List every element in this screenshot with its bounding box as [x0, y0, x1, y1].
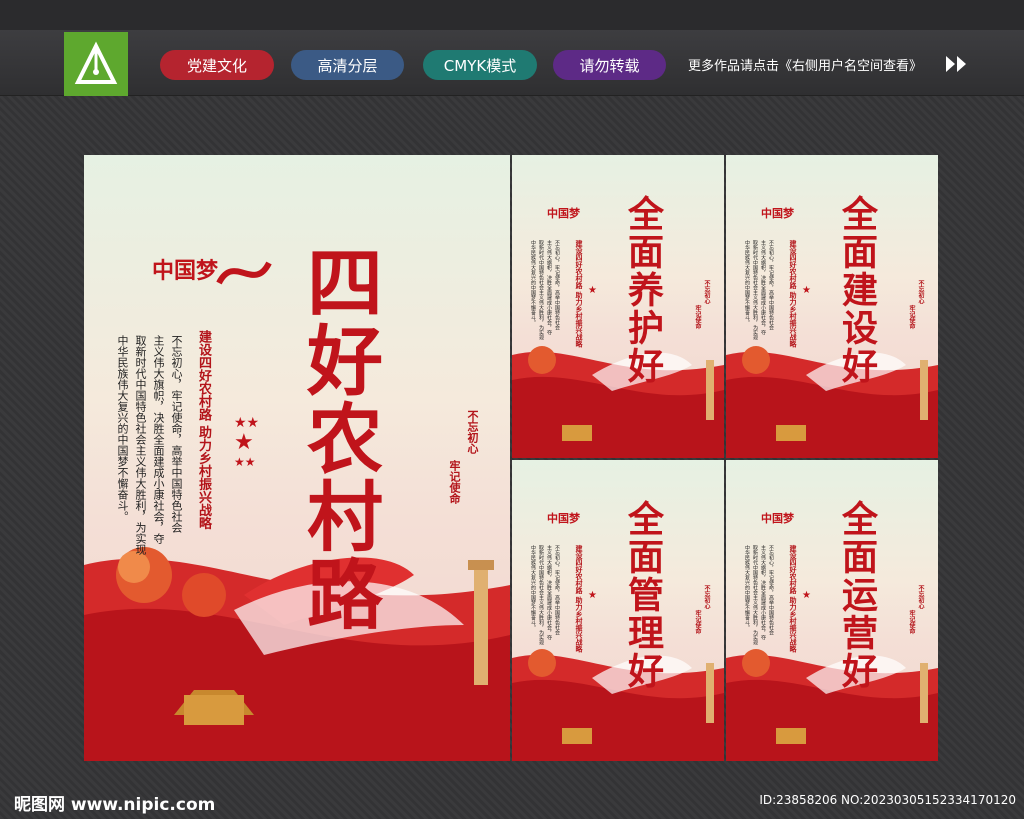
poster-manage: 中国梦 全面管理好 建设四好农村路 助力乡村振兴战略 ★ 不忘初心，牢记使命，高… [512, 460, 724, 761]
site-logo[interactable] [64, 32, 128, 96]
star-icon: ★ [802, 285, 811, 296]
body-line: 不忘初心，牢记使命，高举中国特色社会 [768, 240, 774, 330]
china-dream-logo: 中国梦 [547, 512, 580, 525]
body-line: 不忘初心，牢记使命，高举中国特色社会 [554, 240, 560, 330]
slogan-1: 不忘初心 [466, 410, 479, 454]
poster-build: 中国梦 全面建设好 建设四好农村路 助力乡村振兴战略 ★ 不忘初心，牢记使命，高… [726, 155, 938, 458]
top-strip [0, 0, 1024, 30]
slogan-1: 不忘初心 [703, 585, 710, 609]
body-line: 主义伟大旗帜，决胜全面建成小康社会，夺 [760, 545, 766, 640]
star-icon: ★ [588, 285, 597, 296]
body-line: 取新时代中国特色社会主义伟大胜利，为实现 [752, 545, 758, 645]
poster-operate: 中国梦 全面运营好 建设四好农村路 助力乡村振兴战略 ★ 不忘初心，牢记使命，高… [726, 460, 938, 761]
slogan-2: 牢记使命 [908, 610, 915, 634]
slogan-1: 不忘初心 [703, 280, 710, 304]
slogan-2: 牢记使命 [694, 305, 701, 329]
body-line: 主义伟大旗帜，决胜全面建成小康社会，夺 [760, 240, 766, 335]
body-line: 不忘初心，牢记使命，高举中国特色社会 [170, 335, 183, 533]
body-line: 不忘初心，牢记使命，高举中国特色社会 [554, 545, 560, 635]
poster-subtitle: 建设四好农村路 助力乡村振兴战略 [789, 545, 798, 653]
slogan-1: 不忘初心 [917, 585, 924, 609]
slogan-1: 不忘初心 [917, 280, 924, 304]
slogan-2: 牢记使命 [694, 610, 701, 634]
poster-subtitle: 建设四好农村路 助力乡村振兴战略 [789, 240, 798, 348]
pen-nib-icon [74, 41, 118, 84]
body-line: 取新时代中国特色社会主义伟大胜利，为实现 [538, 240, 544, 340]
main-subtitle: 建设四好农村路 助力乡村振兴战略 [196, 330, 211, 530]
poster-title: 全面建设好 [836, 195, 878, 385]
tag-party-culture[interactable]: 党建文化 [160, 50, 274, 80]
tag-cmyk[interactable]: CMYK模式 [423, 50, 537, 80]
body-line: 中华民族伟大复兴的中国梦不懈奋斗。 [530, 545, 536, 630]
main-title: 四好农村路 [294, 243, 383, 633]
poster-title: 全面养护好 [622, 195, 664, 385]
body-line: 不忘初心，牢记使命，高举中国特色社会 [768, 545, 774, 635]
body-line: 中华民族伟大复兴的中国梦不懈奋斗。 [116, 335, 129, 522]
poster-subtitle: 建设四好农村路 助力乡村振兴战略 [575, 240, 584, 348]
more-works-link[interactable]: 更多作品请点击《右侧用户名空间查看》 [688, 55, 922, 74]
slogan-2: 牢记使命 [908, 305, 915, 329]
poster-body-text: 不忘初心，牢记使命，高举中国特色社会 主义伟大旗帜，决胜全面建成小康社会，夺 取… [530, 240, 561, 350]
slogan-2: 牢记使命 [448, 460, 461, 504]
brush-stroke-icon [216, 261, 272, 285]
body-line: 取新时代中国特色社会主义伟大胜利，为实现 [134, 335, 147, 555]
poster-title: 全面管理好 [622, 500, 664, 690]
body-line: 取新时代中国特色社会主义伟大胜利，为实现 [538, 545, 544, 645]
main-poster: 中国梦 四好农村路 建设四好农村路 助力乡村振兴战略 ★★ ★ ★★ 不忘初心，… [84, 155, 510, 761]
body-line: 取新时代中国特色社会主义伟大胜利，为实现 [752, 240, 758, 340]
poster-body-text: 不忘初心，牢记使命，高举中国特色社会 主义伟大旗帜，决胜全面建成小康社会，夺 取… [744, 545, 775, 655]
china-dream-logo: 中国梦 [547, 207, 580, 220]
china-dream-logo: 中国梦 [152, 258, 219, 284]
body-line: 主义伟大旗帜，决胜全面建成小康社会，夺 [546, 545, 552, 640]
poster-subtitle: 建设四好农村路 助力乡村振兴战略 [575, 545, 584, 653]
star-icon: ★★ [234, 415, 260, 431]
star-icon: ★ [802, 590, 811, 601]
tag-hd-layers[interactable]: 高清分层 [291, 50, 404, 80]
body-line: 主义伟大旗帜，决胜全面建成小康社会，夺 [546, 240, 552, 335]
china-dream-logo: 中国梦 [761, 207, 794, 220]
tag-no-repost[interactable]: 请勿转载 [553, 50, 666, 80]
body-line: 中华民族伟大复兴的中国梦不懈奋斗。 [744, 545, 750, 630]
double-chevron-right-icon[interactable] [944, 54, 970, 74]
poster-title: 全面运营好 [836, 500, 878, 690]
star-icon: ★★ [234, 455, 256, 469]
star-icon: ★ [588, 590, 597, 601]
poster-body-text: 不忘初心，牢记使命，高举中国特色社会 主义伟大旗帜，决胜全面建成小康社会，夺 取… [530, 545, 561, 655]
body-line: 中华民族伟大复兴的中国梦不懈奋斗。 [530, 240, 536, 325]
poster-body-text: 不忘初心，牢记使命，高举中国特色社会 主义伟大旗帜，决胜全面建成小康社会，夺 取… [744, 240, 775, 350]
star-icon: ★ [234, 430, 254, 455]
body-line: 中华民族伟大复兴的中国梦不懈奋斗。 [744, 240, 750, 325]
body-line: 主义伟大旗帜，决胜全面建成小康社会，夺 [152, 335, 165, 544]
watermark-site: 昵图网 www.nipic.com [14, 795, 216, 815]
watermark-id: ID:23858206 NO:20230305152334170120 [759, 793, 1016, 807]
main-body-text: 不忘初心，牢记使命，高举中国特色社会 主义伟大旗帜，决胜全面建成小康社会，夺 取… [114, 335, 184, 555]
china-dream-logo: 中国梦 [761, 512, 794, 525]
poster-maintain: 中国梦 全面养护好 建设四好农村路 助力乡村振兴战略 ★ 不忘初心，牢记使命，高… [512, 155, 724, 458]
